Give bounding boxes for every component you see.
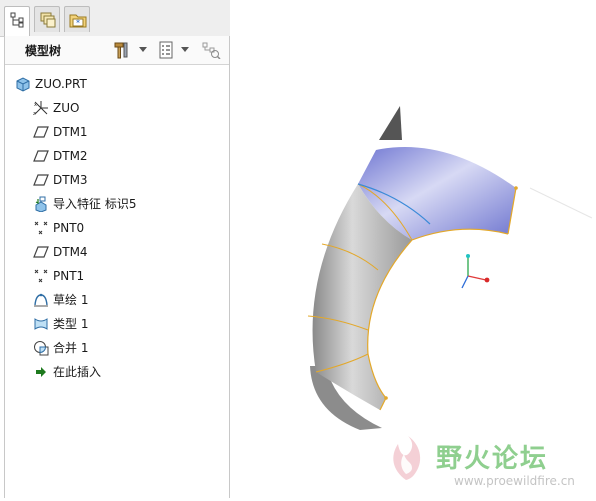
watermark-logo-icon (393, 436, 421, 480)
tree-item-label: PNT1 (53, 269, 85, 283)
navigator-tab-bar: * (0, 0, 230, 37)
tree-item-label: 合并 1 (53, 341, 89, 355)
layers-icon (40, 12, 56, 28)
show-list-icon (159, 41, 173, 59)
view-orientation-triad-icon (461, 254, 490, 289)
tree-item-label: DTM3 (53, 173, 88, 187)
tree-item-label: 在此插入 (53, 365, 102, 379)
tree-item-label: 导入特征 标识5 (53, 197, 137, 211)
watermark-title: 野火论坛 (436, 444, 549, 474)
tree-item-label: ZUO (53, 101, 80, 115)
part-icon (16, 77, 30, 92)
datum-point-icon (34, 221, 48, 235)
settings-hammer-icon (114, 42, 128, 59)
tree-filter-icon (202, 42, 221, 60)
tree-item-label: PNT0 (53, 221, 85, 235)
datum-plane-icon (33, 246, 49, 258)
boundary-blend-icon (34, 318, 48, 330)
tree-filter-button[interactable] (201, 41, 223, 60)
merge-icon (34, 341, 49, 356)
svg-text:z: z (33, 111, 36, 116)
folder-star-icon: * (69, 14, 87, 28)
panel-title: 模型树 (25, 44, 62, 58)
svg-text:x: x (34, 102, 37, 108)
insert-here-arrow-icon (36, 367, 46, 377)
datum-point-icon (34, 269, 48, 283)
model-tree-panel: 模型树 ZUO.PRT x z ZUO DTM1 DTM2 DTM3 导入特征 … (4, 36, 230, 498)
sketch-icon (34, 293, 48, 307)
coordinate-system-icon: x z (33, 101, 48, 116)
end-point (514, 186, 518, 190)
chevron-down-icon (139, 47, 147, 52)
tree-item-label: DTM2 (53, 149, 88, 163)
datum-plane-icon (33, 126, 49, 138)
datum-plane-icon (33, 150, 49, 162)
model-tree-icon (10, 12, 24, 28)
settings-button[interactable] (113, 41, 153, 59)
tab-layers[interactable] (34, 6, 60, 32)
graphics-viewport[interactable]: 野火论坛 www.proewildfire.cn (230, 36, 596, 498)
tab-model-tree[interactable] (4, 6, 30, 37)
tab-favorites[interactable]: * (64, 6, 90, 32)
svg-text:*: * (76, 19, 80, 28)
tree-item-label: 草绘 1 (53, 293, 89, 307)
model-render (307, 106, 593, 430)
model-tree-header: 模型树 (5, 36, 229, 65)
tree-item-label: 类型 1 (53, 317, 89, 331)
tree-item-label: DTM1 (53, 125, 88, 139)
tree-item-label: DTM4 (53, 245, 88, 259)
datum-plane-icon (33, 174, 49, 186)
tree-item-label: ZUO.PRT (35, 77, 87, 91)
show-button[interactable] (157, 41, 193, 59)
watermark-url: www.proewildfire.cn (454, 474, 575, 488)
hidden-face-wedge (379, 106, 402, 140)
chevron-down-icon (181, 47, 189, 52)
datum-guide-line (529, 187, 593, 219)
end-point (384, 396, 388, 400)
import-feature-icon (35, 196, 47, 212)
